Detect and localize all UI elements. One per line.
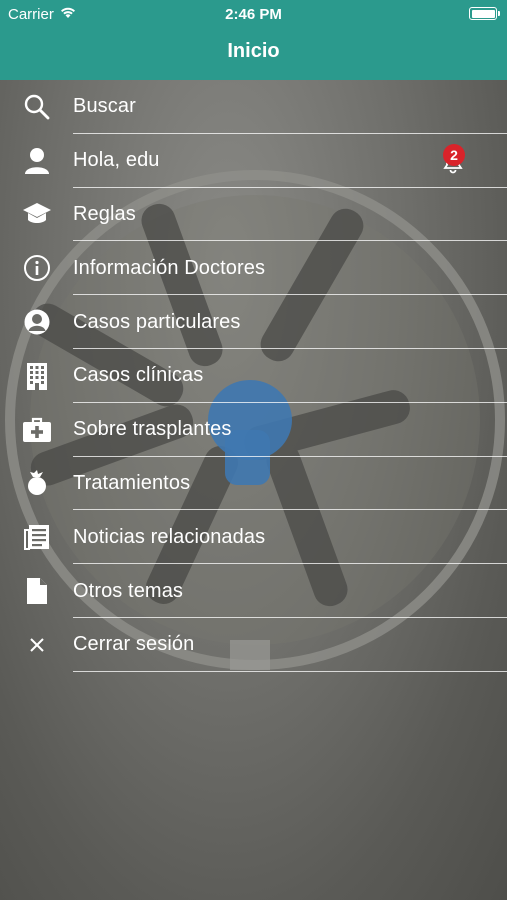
menu-item-reglas[interactable]: Reglas [0, 188, 507, 242]
header-bar: Carrier 2:46 PM Inicio [0, 0, 507, 80]
news-icon [22, 522, 52, 552]
graduation-cap-icon [22, 199, 52, 229]
user-icon [22, 146, 52, 176]
status-time: 2:46 PM [225, 6, 282, 23]
info-icon [22, 253, 52, 283]
menu-item-label: Buscar [73, 95, 136, 118]
menu-item-profile[interactable]: Hola, edu 2 [0, 134, 507, 188]
menu-item-buscar[interactable]: Buscar [0, 80, 507, 134]
menu-item-label: Hola, edu [73, 149, 160, 172]
menu-item-otros-temas[interactable]: Otros temas [0, 564, 507, 618]
status-bar: Carrier 2:46 PM [0, 0, 507, 28]
menu-item-noticias-relacionadas[interactable]: Noticias relacionadas [0, 510, 507, 564]
side-menu: Buscar Hola, edu 2 Reglas Información Do… [0, 80, 507, 672]
battery-icon [469, 7, 500, 20]
search-icon [22, 92, 52, 122]
menu-item-cerrar-sesion[interactable]: Cerrar sesión [0, 618, 507, 672]
menu-item-casos-clinicas[interactable]: Casos clínicas [0, 349, 507, 403]
building-icon [22, 361, 52, 391]
menu-item-label: Otros temas [73, 579, 184, 602]
medical-kit-icon [22, 415, 52, 445]
menu-item-tratamientos[interactable]: Tratamientos [0, 457, 507, 511]
menu-item-label: Cerrar sesión [73, 633, 195, 656]
menu-item-label: Sobre trasplantes [73, 418, 232, 441]
menu-item-label: Casos particulares [73, 310, 241, 333]
treatment-icon [22, 468, 52, 498]
page-title: Inicio [227, 40, 280, 62]
notification-badge: 2 [443, 143, 465, 166]
menu-item-informacion-doctores[interactable]: Información Doctores [0, 241, 507, 295]
document-icon [22, 576, 52, 606]
menu-item-label: Reglas [73, 202, 136, 225]
user-circle-icon [22, 307, 52, 337]
menu-item-label: Casos clínicas [73, 364, 204, 387]
menu-item-casos-particulares[interactable]: Casos particulares [0, 295, 507, 349]
close-icon [22, 630, 52, 660]
menu-item-label: Noticias relacionadas [73, 525, 266, 548]
menu-item-label: Tratamientos [73, 471, 191, 494]
menu-item-sobre-trasplantes[interactable]: Sobre trasplantes [0, 403, 507, 457]
notification-bell[interactable]: 2 [438, 143, 468, 176]
menu-item-label: Información Doctores [73, 256, 266, 279]
